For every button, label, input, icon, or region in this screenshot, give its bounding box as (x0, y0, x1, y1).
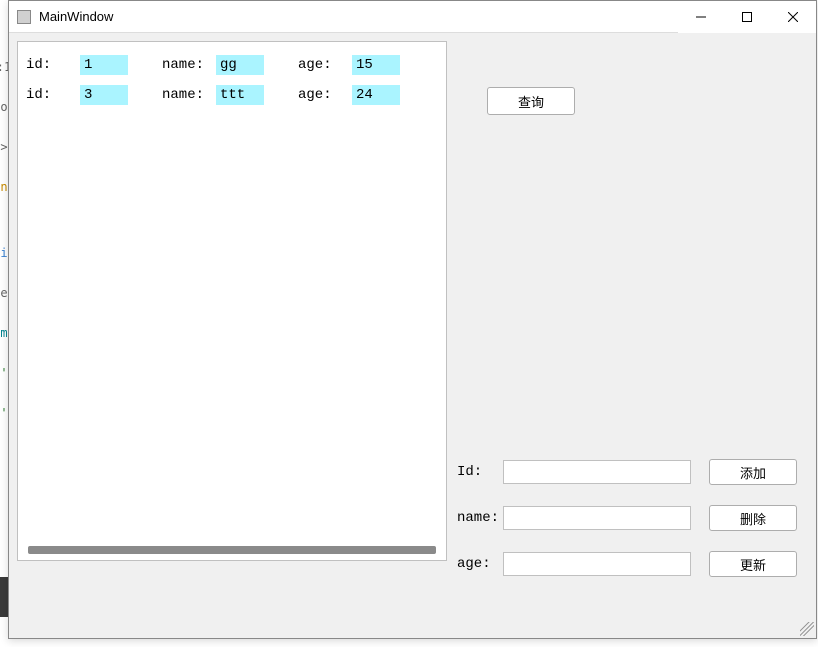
results-list[interactable]: id: 1 name: gg age: 15 id: 3 name: ttt a… (17, 41, 447, 561)
close-icon (788, 12, 798, 22)
form-area: Id: 添加 name: 删除 age: 更新 (457, 452, 808, 590)
close-button[interactable] (770, 1, 816, 33)
maximize-icon (742, 12, 752, 22)
age-field[interactable] (503, 552, 691, 576)
query-button[interactable]: 查询 (487, 87, 575, 115)
horizontal-scrollbar[interactable] (28, 546, 436, 554)
id-label: id: (22, 57, 80, 73)
age-value: 15 (352, 55, 400, 75)
delete-button[interactable]: 删除 (709, 505, 797, 531)
add-button[interactable]: 添加 (709, 459, 797, 485)
form-row-age: age: 更新 (457, 544, 808, 584)
table-row[interactable]: id: 3 name: ttt age: 24 (22, 80, 442, 110)
maximize-button[interactable] (724, 1, 770, 33)
window-icon (17, 10, 31, 24)
age-field-label: age: (457, 556, 503, 572)
client-area: id: 1 name: gg age: 15 id: 3 name: ttt a… (9, 33, 816, 638)
id-field-label: Id: (457, 464, 503, 480)
age-value: 24 (352, 85, 400, 105)
table-row[interactable]: id: 1 name: gg age: 15 (22, 50, 442, 80)
id-label: id: (22, 87, 80, 103)
minimize-icon (696, 12, 706, 22)
age-label: age: (294, 57, 352, 73)
update-button[interactable]: 更新 (709, 551, 797, 577)
editor-gutter-strip: :1 o > n i e m ' ' (0, 0, 8, 647)
window-controls (678, 1, 816, 32)
name-field[interactable] (503, 506, 691, 530)
minimize-button[interactable] (678, 1, 724, 33)
name-value: ttt (216, 85, 264, 105)
name-value: gg (216, 55, 264, 75)
form-row-name: name: 删除 (457, 498, 808, 538)
name-field-label: name: (457, 510, 503, 526)
titlebar[interactable]: MainWindow (9, 1, 816, 33)
size-grip[interactable] (800, 622, 814, 636)
name-label: name: (158, 87, 216, 103)
main-window: MainWindow id: 1 name: gg age: 15 (8, 0, 817, 639)
id-value: 1 (80, 55, 128, 75)
name-label: name: (158, 57, 216, 73)
form-row-id: Id: 添加 (457, 452, 808, 492)
id-value: 3 (80, 85, 128, 105)
window-title: MainWindow (39, 9, 678, 24)
id-field[interactable] (503, 460, 691, 484)
age-label: age: (294, 87, 352, 103)
right-panel: 查询 Id: 添加 name: 删除 age: 更新 (457, 41, 808, 630)
results-content: id: 1 name: gg age: 15 id: 3 name: ttt a… (18, 42, 446, 118)
